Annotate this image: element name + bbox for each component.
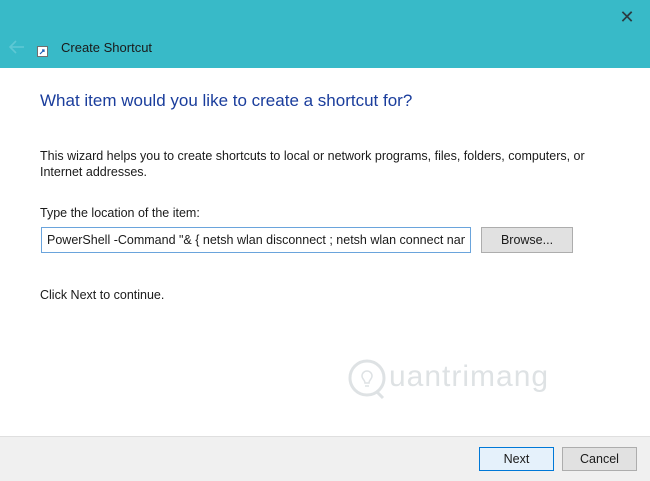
watermark-logo: uantrimang: [345, 358, 575, 406]
close-button[interactable]: ✕: [612, 4, 642, 30]
shortcut-icon: [37, 44, 48, 57]
location-input[interactable]: [41, 227, 471, 253]
window-title: Create Shortcut: [61, 40, 153, 55]
close-icon: ✕: [619, 7, 635, 27]
wizard-heading: What item would you like to create a sho…: [40, 91, 413, 110]
wizard-description: This wizard helps you to create shortcut…: [40, 149, 585, 179]
location-label: Type the location of the item:: [40, 206, 200, 220]
next-button[interactable]: Next: [479, 447, 554, 471]
watermark-text: uantrimang: [389, 360, 550, 393]
continue-instruction: Click Next to continue.: [40, 288, 165, 302]
title-bar: ✕ Create Shortcut: [0, 0, 650, 68]
create-shortcut-window: ✕ Create Shortcut What item would you li…: [0, 0, 650, 481]
cancel-button[interactable]: Cancel: [562, 447, 637, 471]
back-arrow-icon: [8, 40, 24, 54]
browse-button[interactable]: Browse...: [481, 227, 573, 253]
lightbulb-icon: [348, 359, 386, 400]
back-button[interactable]: [6, 37, 28, 57]
